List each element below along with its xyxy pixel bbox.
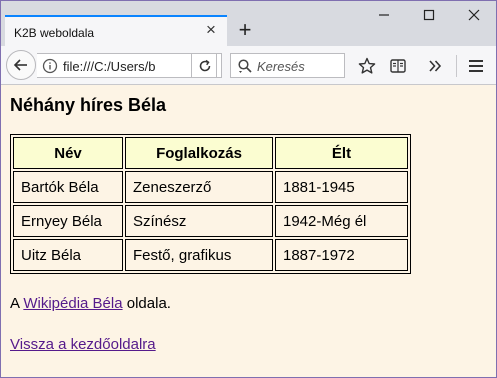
cell-lived: 1887-1972	[275, 239, 408, 271]
table-row: Uitz Béla Festő, grafikus 1887-1972	[13, 239, 408, 271]
toolbar-separator	[456, 55, 457, 77]
minimize-icon[interactable]	[374, 5, 394, 25]
tab-title: K2B weboldala	[14, 26, 95, 40]
back-arrow-icon	[13, 59, 27, 71]
tab-k2b[interactable]: K2B weboldala ×	[5, 15, 227, 46]
cell-occupation: Zeneszerző	[125, 171, 273, 203]
para-prefix: A	[10, 295, 24, 312]
page-heading: Néhány híres Béla	[10, 95, 167, 115]
reload-icon	[199, 59, 211, 72]
url-text[interactable]: file:///C:/Users/b	[63, 59, 193, 74]
reader-view-icon[interactable]	[389, 57, 407, 75]
menu-icon[interactable]	[467, 57, 485, 75]
cell-name: Uitz Béla	[13, 239, 123, 271]
cell-name: Ernyey Béla	[13, 205, 123, 237]
cell-occupation: Színész	[125, 205, 273, 237]
search-icon	[238, 59, 252, 73]
back-to-home-link[interactable]: Vissza a kezdőoldalra	[10, 336, 156, 353]
cell-lived: 1942-Még él	[275, 205, 408, 237]
people-table: Név Foglalkozás Élt Bartók Béla Zeneszer…	[10, 134, 411, 274]
header-nev: Név	[13, 137, 123, 169]
cell-lived: 1881-1945	[275, 171, 408, 203]
cell-name: Bartók Béla	[13, 171, 123, 203]
table-row: Ernyey Béla Színész 1942-Még él	[13, 205, 408, 237]
overflow-chevron-icon[interactable]	[426, 57, 444, 75]
tab-close-icon[interactable]: ×	[203, 21, 219, 38]
reload-button[interactable]	[191, 53, 217, 78]
new-tab-icon[interactable]: +	[235, 19, 255, 41]
table-row: Bartók Béla Zeneszerző 1881-1945	[13, 171, 408, 203]
bookmark-star-icon[interactable]	[358, 57, 376, 75]
table-header-row: Név Foglalkozás Élt	[13, 137, 408, 169]
info-icon[interactable]	[42, 58, 58, 74]
search-placeholder: Keresés	[257, 59, 305, 74]
cell-occupation: Festő, grafikus	[125, 239, 273, 271]
navigation-bar: file:///C:/Users/b Keresés	[1, 46, 496, 85]
window-close-icon[interactable]	[464, 5, 484, 25]
back-button[interactable]	[6, 50, 36, 80]
header-elt: Élt	[275, 137, 408, 169]
search-bar[interactable]: Keresés	[230, 53, 345, 78]
wikipedia-link[interactable]: Wikipédia Béla	[23, 295, 122, 312]
browser-window: K2B weboldala × + file:///C:/Users/b Ker…	[0, 0, 497, 378]
para-suffix: oldala.	[122, 295, 171, 312]
maximize-icon[interactable]	[419, 5, 439, 25]
tab-strip: K2B weboldala × +	[1, 1, 496, 46]
header-foglalkozas: Foglalkozás	[125, 137, 273, 169]
wiki-paragraph: A Wikipédia Béla oldala.	[10, 295, 171, 312]
